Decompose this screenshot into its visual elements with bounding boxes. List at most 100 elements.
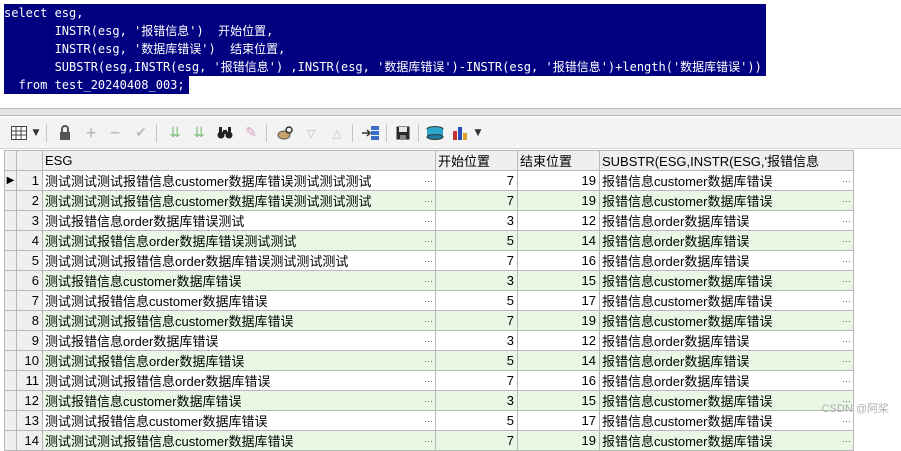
column-header-end[interactable]: 结束位置 — [517, 150, 600, 171]
ellipsis-button[interactable]: ··· — [422, 396, 433, 406]
chevron-down-icon[interactable]: ▼ — [472, 122, 484, 144]
cell-esg[interactable]: 测试测试报错信息customer数据库错误 ··· — [42, 290, 436, 311]
cell-end[interactable]: 16 — [517, 370, 600, 391]
ellipsis-button[interactable]: ··· — [840, 376, 851, 386]
cell-start[interactable]: 3 — [435, 270, 518, 291]
ellipsis-button[interactable]: ··· — [840, 256, 851, 266]
row-indicator[interactable] — [4, 190, 17, 211]
table-row[interactable]: 9 测试报错信息order数据库错误 ··· 3 12 报错信息order数据库错误 ··· — [4, 330, 854, 351]
table-row[interactable]: 14 测试测试测试报错信息customer数据库错误 ··· 7 19 报错信息custo… — [4, 430, 854, 451]
cell-end[interactable]: 19 — [517, 170, 600, 191]
ellipsis-button[interactable]: ··· — [840, 216, 851, 226]
cell-start[interactable]: 5 — [435, 230, 518, 251]
row-indicator[interactable] — [4, 250, 17, 271]
cell-substr[interactable]: 报错信息order数据库错误 ··· — [599, 330, 854, 351]
table-row[interactable]: ▶ 1 测试测试测试报错信息customer数据库错误测试测试测试 ··· 7 19 报错信… — [4, 170, 854, 191]
row-indicator[interactable] — [4, 330, 17, 351]
ellipsis-button[interactable]: ··· — [840, 316, 851, 326]
ellipsis-button[interactable]: ··· — [422, 376, 433, 386]
cell-end[interactable]: 17 — [517, 410, 600, 431]
ellipsis-button[interactable]: ··· — [422, 256, 433, 266]
cell-start[interactable]: 7 — [435, 370, 518, 391]
row-indicator[interactable] — [4, 210, 17, 231]
ellipsis-button[interactable]: ··· — [422, 336, 433, 346]
cell-end[interactable]: 15 — [517, 270, 600, 291]
cell-esg[interactable]: 测试报错信息order数据库错误 ··· — [42, 330, 436, 351]
row-indicator[interactable] — [4, 310, 17, 331]
table-row[interactable]: 2 测试测试测试报错信息customer数据库错误测试测试测试 ··· 7 19 报错信息… — [4, 190, 854, 211]
ellipsis-button[interactable]: ··· — [422, 296, 433, 306]
table-row[interactable]: 12 测试报错信息customer数据库错误 ··· 3 15 报错信息customer数… — [4, 390, 854, 411]
ellipsis-button[interactable]: ··· — [840, 436, 851, 446]
row-indicator[interactable]: ▶ — [4, 170, 17, 191]
add-record-icon[interactable]: + — [80, 122, 102, 144]
cell-esg[interactable]: 测试报错信息customer数据库错误 ··· — [42, 390, 436, 411]
row-indicator[interactable] — [4, 290, 17, 311]
export-icon[interactable] — [360, 122, 382, 144]
cell-start[interactable]: 7 — [435, 250, 518, 271]
ellipsis-button[interactable]: ··· — [840, 336, 851, 346]
row-indicator[interactable] — [4, 430, 17, 451]
pane-splitter[interactable] — [0, 108, 901, 116]
cell-esg[interactable]: 测试报错信息order数据库错误测试 ··· — [42, 210, 436, 231]
sql-text[interactable]: select esg, INSTR(esg, '报错信息') 开始位置, INS… — [4, 4, 766, 94]
column-header-esg[interactable]: ESG — [42, 150, 436, 171]
table-row[interactable]: 13 测试测试报错信息customer数据库错误 ··· 5 17 报错信息custome… — [4, 410, 854, 431]
cell-start[interactable]: 5 — [435, 290, 518, 311]
row-indicator[interactable] — [4, 230, 17, 251]
cell-start[interactable]: 7 — [435, 430, 518, 451]
cell-substr[interactable]: 报错信息customer数据库错误 ··· — [599, 270, 854, 291]
row-indicator[interactable] — [4, 410, 17, 431]
chevron-down-icon[interactable]: ▼ — [30, 122, 42, 144]
ellipsis-button[interactable]: ··· — [422, 416, 433, 426]
cell-substr[interactable]: 报错信息order数据库错误 ··· — [599, 230, 854, 251]
row-indicator[interactable] — [4, 390, 17, 411]
cell-esg[interactable]: 测试测试测试报错信息order数据库错误 ··· — [42, 370, 436, 391]
cell-substr[interactable]: 报错信息order数据库错误 ··· — [599, 350, 854, 371]
ellipsis-button[interactable]: ··· — [422, 436, 433, 446]
ellipsis-button[interactable]: ··· — [840, 356, 851, 366]
filter-icon[interactable]: ⇊ — [164, 122, 186, 144]
cell-substr[interactable]: 报错信息customer数据库错误 ··· — [599, 290, 854, 311]
ellipsis-button[interactable]: ··· — [422, 216, 433, 226]
table-row[interactable]: 6 测试报错信息customer数据库错误 ··· 3 15 报错信息customer数据… — [4, 270, 854, 291]
ellipsis-button[interactable]: ··· — [840, 196, 851, 206]
query-by-example-icon[interactable] — [274, 122, 296, 144]
cell-esg[interactable]: 测试测试报错信息customer数据库错误 ··· — [42, 410, 436, 431]
find-icon[interactable] — [214, 122, 236, 144]
cell-end[interactable]: 16 — [517, 250, 600, 271]
cell-substr[interactable]: 报错信息customer数据库错误 ··· — [599, 190, 854, 211]
table-row[interactable]: 3 测试报错信息order数据库错误测试 ··· 3 12 报错信息order数据库错误 ·… — [4, 210, 854, 231]
ellipsis-button[interactable]: ··· — [840, 416, 851, 426]
ellipsis-button[interactable]: ··· — [840, 276, 851, 286]
connect-icon[interactable] — [424, 122, 446, 144]
ellipsis-button[interactable]: ··· — [422, 316, 433, 326]
cell-start[interactable]: 3 — [435, 210, 518, 231]
delete-record-icon[interactable]: − — [104, 122, 126, 144]
cell-start[interactable]: 3 — [435, 390, 518, 411]
table-row[interactable]: 4 测试测试报错信息order数据库错误测试测试 ··· 5 14 报错信息order数据… — [4, 230, 854, 251]
cell-substr[interactable]: 报错信息order数据库错误 ··· — [599, 250, 854, 271]
cell-esg[interactable]: 测试测试报错信息order数据库错误测试测试 ··· — [42, 230, 436, 251]
cell-substr[interactable]: 报错信息customer数据库错误 ··· — [599, 170, 854, 191]
cell-substr[interactable]: 报错信息customer数据库错误 ··· — [599, 410, 854, 431]
cell-end[interactable]: 12 — [517, 330, 600, 351]
cell-esg[interactable]: 测试测试测试报错信息customer数据库错误 ··· — [42, 430, 436, 451]
ellipsis-button[interactable]: ··· — [840, 176, 851, 186]
ellipsis-button[interactable]: ··· — [422, 176, 433, 186]
ellipsis-button[interactable]: ··· — [422, 356, 433, 366]
ellipsis-button[interactable]: ··· — [422, 236, 433, 246]
table-row[interactable]: 8 测试测试测试报错信息customer数据库错误 ··· 7 19 报错信息custom… — [4, 310, 854, 331]
row-indicator[interactable] — [4, 350, 17, 371]
cell-esg[interactable]: 测试报错信息customer数据库错误 ··· — [42, 270, 436, 291]
cell-esg[interactable]: 测试测试测试报错信息customer数据库错误测试测试测试 ··· — [42, 170, 436, 191]
cell-end[interactable]: 17 — [517, 290, 600, 311]
clear-icon[interactable]: ✎ — [240, 122, 262, 144]
grid-view-icon[interactable] — [8, 122, 30, 144]
clear-filter-icon[interactable]: ⇊ — [188, 122, 210, 144]
cell-esg[interactable]: 测试测试测试报错信息order数据库错误测试测试测试 ··· — [42, 250, 436, 271]
cell-start[interactable]: 3 — [435, 330, 518, 351]
cell-start[interactable]: 7 — [435, 310, 518, 331]
ellipsis-button[interactable]: ··· — [422, 196, 433, 206]
cell-start[interactable]: 5 — [435, 350, 518, 371]
